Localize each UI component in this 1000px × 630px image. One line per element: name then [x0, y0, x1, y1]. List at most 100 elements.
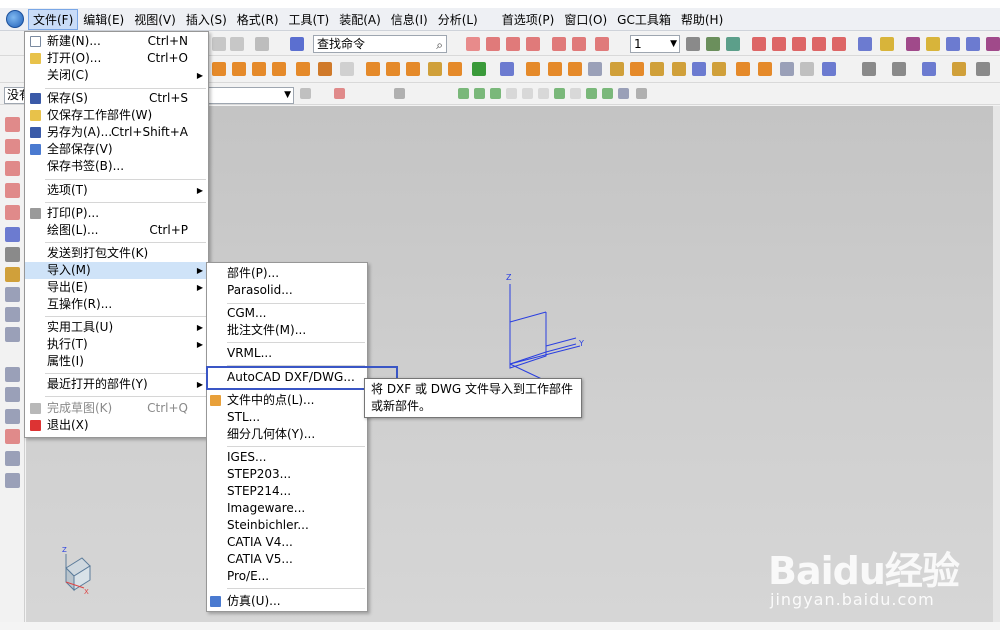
file-properties-item[interactable]: 属性(I) — [25, 353, 208, 370]
shape-icon[interactable] — [926, 37, 940, 51]
navigator-rect-icon[interactable] — [5, 161, 20, 176]
mesh-icon[interactable] — [726, 37, 740, 51]
snap-grid-icon[interactable] — [636, 88, 647, 99]
navigator-blend-icon[interactable] — [5, 451, 20, 466]
import-catia-v4-item[interactable]: CATIA V4... — [207, 534, 367, 551]
sphere-icon[interactable] — [272, 62, 286, 76]
chamfer-icon[interactable] — [650, 62, 664, 76]
snap-center-icon[interactable] — [522, 88, 533, 99]
file-options-item[interactable]: 选项(T) ▶ — [25, 182, 208, 199]
navigator-sweep-icon[interactable] — [5, 247, 20, 262]
file-import-item[interactable]: 导入(M) ▶ — [25, 262, 208, 279]
file-save-bookmark-item[interactable]: 保存书签(B)... — [25, 158, 208, 175]
file-new-item[interactable]: 新建(N)... Ctrl+N — [25, 33, 208, 50]
menu-preferences[interactable]: 首选项(P) — [497, 9, 560, 30]
import-markup-item[interactable]: 批注文件(M)... — [207, 322, 367, 339]
navigator-line-icon[interactable] — [5, 117, 20, 132]
sketch-line-icon[interactable] — [486, 37, 500, 51]
sketch-offset-icon[interactable] — [572, 37, 586, 51]
revolve-icon[interactable] — [386, 62, 400, 76]
split-body-icon[interactable] — [548, 62, 562, 76]
book-icon[interactable] — [500, 62, 514, 76]
snap-quadrant-icon[interactable] — [538, 88, 549, 99]
navigator-curve-icon[interactable] — [5, 227, 20, 242]
menu-view[interactable]: 视图(V) — [129, 9, 181, 30]
sketch-trim-icon[interactable] — [552, 37, 566, 51]
redo-icon[interactable] — [230, 37, 244, 51]
snap-point-icon[interactable] — [554, 88, 565, 99]
import-facet-body-item[interactable]: 细分几何体(Y)... — [207, 426, 367, 443]
file-save-as-item[interactable]: 另存为(A)... Ctrl+Shift+A — [25, 124, 208, 141]
edit-object-icon[interactable] — [880, 37, 894, 51]
select-filter-icon[interactable] — [300, 88, 311, 99]
snap-tangent-icon[interactable] — [618, 88, 629, 99]
orient-icon[interactable] — [922, 62, 936, 76]
sweep-icon[interactable] — [706, 37, 720, 51]
studio-spline-icon[interactable] — [812, 37, 826, 51]
navigator-spline-icon[interactable] — [5, 183, 20, 198]
sketch-arc-icon[interactable] — [526, 37, 540, 51]
patch-icon[interactable] — [822, 62, 836, 76]
snap-intersection-icon[interactable] — [506, 88, 517, 99]
surface-icon[interactable] — [686, 37, 700, 51]
search-icon[interactable]: ⌕ — [436, 37, 443, 53]
view-icon[interactable] — [862, 62, 876, 76]
number-combo[interactable]: 1 ▼ — [630, 35, 680, 53]
file-export-item[interactable]: 导出(E) ▶ — [25, 279, 208, 296]
snap-midpoint-icon[interactable] — [474, 88, 485, 99]
sketch-constraint-icon[interactable] — [506, 37, 520, 51]
navigator-patch-icon[interactable] — [5, 327, 20, 342]
file-save-item[interactable]: 保存(S) Ctrl+S — [25, 90, 208, 107]
file-save-work-part-item[interactable]: 仅保存工作部件(W) — [25, 107, 208, 124]
block-icon[interactable] — [212, 62, 226, 76]
navigator-surface-icon[interactable] — [5, 267, 20, 282]
import-step214-item[interactable]: STEP214... — [207, 483, 367, 500]
file-save-all-item[interactable]: 全部保存(V) — [25, 141, 208, 158]
menu-gc-toolbox[interactable]: GC工具箱 — [612, 9, 676, 30]
paint-icon[interactable] — [858, 37, 872, 51]
point-icon[interactable] — [772, 37, 786, 51]
snap-control-icon[interactable] — [490, 88, 501, 99]
menu-help[interactable]: 帮助(H) — [676, 9, 728, 30]
sketch-curve-icon[interactable] — [466, 37, 480, 51]
undo-icon[interactable] — [212, 37, 226, 51]
layer-settings-icon[interactable] — [976, 62, 990, 76]
cone-icon[interactable] — [252, 62, 266, 76]
import-points-from-file-item[interactable]: 文件中的点(L)... — [207, 392, 367, 409]
trim-body-icon[interactable] — [526, 62, 540, 76]
select-lasso-icon[interactable] — [394, 88, 405, 99]
snap-perpendicular-icon[interactable] — [602, 88, 613, 99]
feature-icon[interactable] — [906, 37, 920, 51]
import-cgm-item[interactable]: CGM... — [207, 305, 367, 322]
boss-icon[interactable] — [296, 62, 310, 76]
import-step203-item[interactable]: STEP203... — [207, 466, 367, 483]
menu-edit[interactable]: 编辑(E) — [78, 9, 129, 30]
pattern-icon[interactable] — [758, 62, 772, 76]
select-window-icon[interactable] — [334, 88, 345, 99]
menu-insert[interactable]: 插入(S) — [181, 9, 232, 30]
sketch-fillet-icon[interactable] — [595, 37, 609, 51]
unite-icon[interactable] — [568, 62, 582, 76]
navigator-trim-icon[interactable] — [5, 409, 20, 424]
snap-endpoint-icon[interactable] — [458, 88, 469, 99]
menu-info[interactable]: 信息(I) — [386, 9, 433, 30]
file-finish-sketch-item[interactable]: 完成草图(K) Ctrl+Q — [25, 400, 208, 417]
command-search-input[interactable]: 查找命令 ⌕ — [313, 35, 447, 53]
subtract-icon[interactable] — [588, 62, 602, 76]
import-iges-item[interactable]: IGES... — [207, 449, 367, 466]
import-stl-item[interactable]: STL... — [207, 409, 367, 426]
fit-curve-icon[interactable] — [832, 37, 846, 51]
file-close-item[interactable]: 关闭(C) ▶ — [25, 67, 208, 84]
intersect-icon[interactable] — [610, 62, 624, 76]
file-plot-item[interactable]: 绘图(L)... Ctrl+P — [25, 222, 208, 239]
mirror-icon[interactable] — [780, 62, 794, 76]
file-open-item[interactable]: 打开(O)... Ctrl+O — [25, 50, 208, 67]
shell-icon[interactable] — [672, 62, 686, 76]
file-print-item[interactable]: 打印(P)... — [25, 205, 208, 222]
file-interop-item[interactable]: 互操作(R)... — [25, 296, 208, 313]
import-parasolid-item[interactable]: Parasolid... — [207, 282, 367, 299]
datum-icon[interactable] — [472, 62, 486, 76]
import-vrml-item[interactable]: VRML... — [207, 345, 367, 362]
menu-file[interactable]: 文件(F) — [28, 8, 79, 30]
spline-icon[interactable] — [792, 37, 806, 51]
